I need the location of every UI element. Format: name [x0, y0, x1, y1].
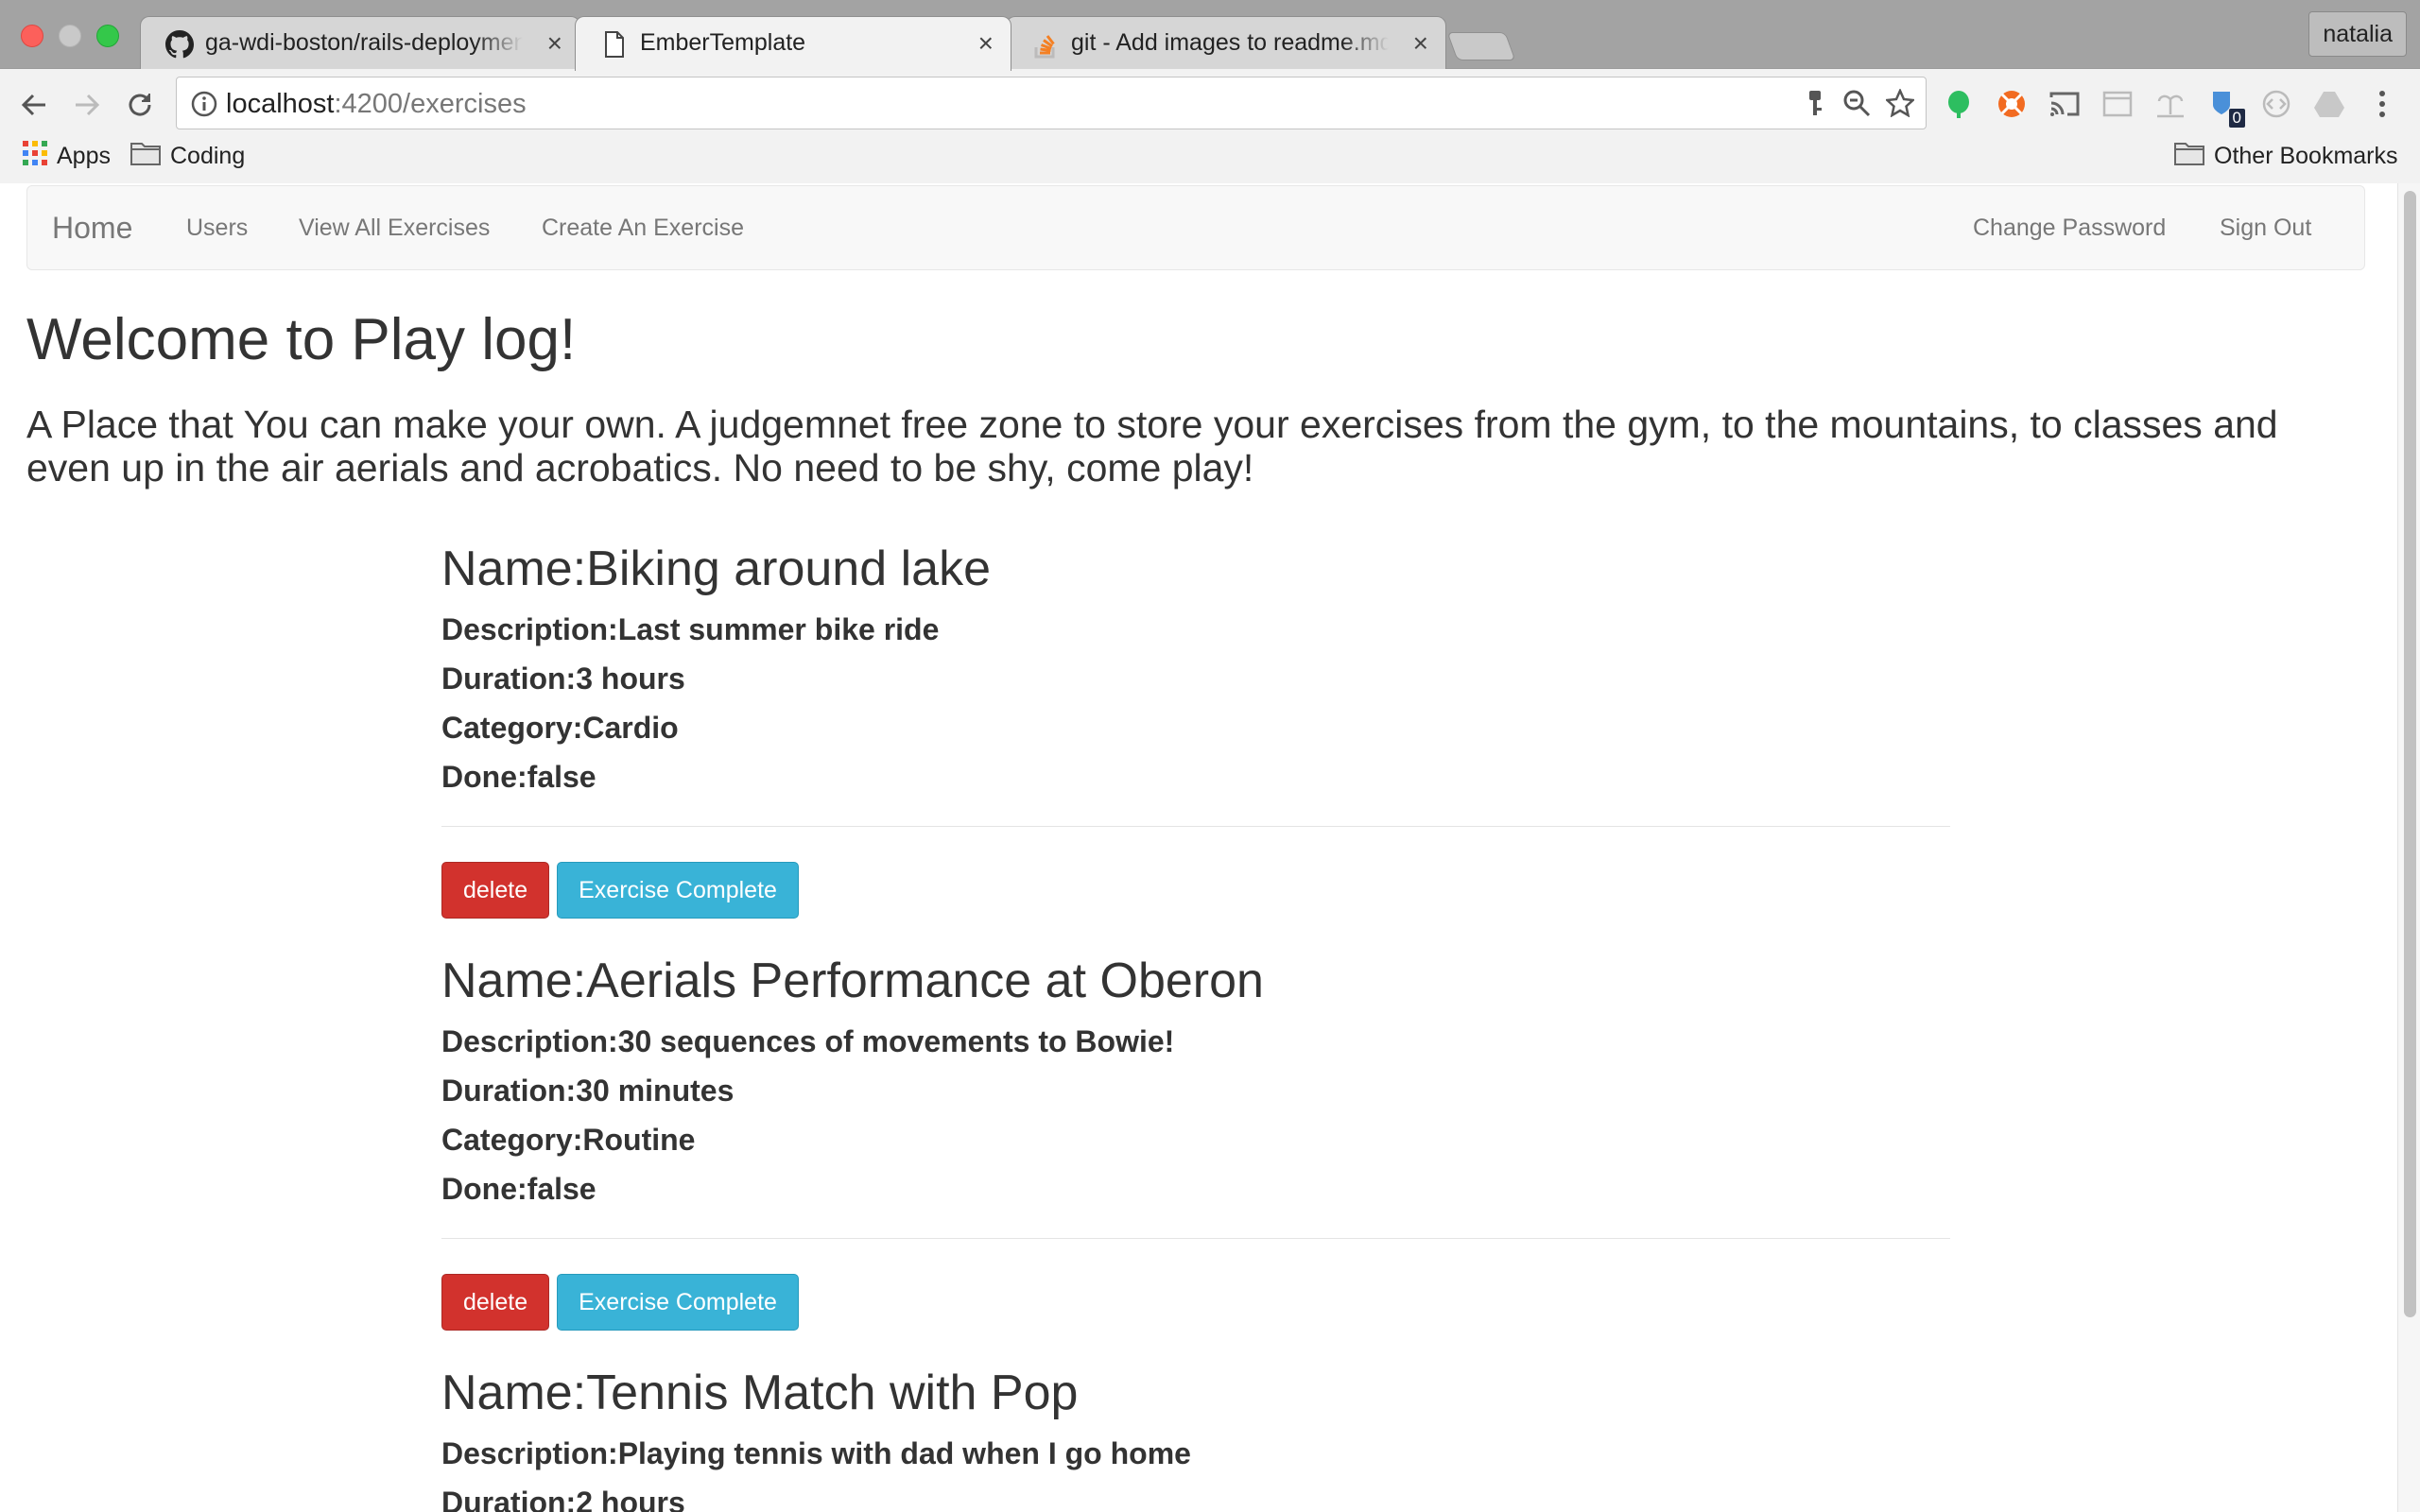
page-viewport: Home Users View All Exercises Create An …	[0, 183, 2397, 1512]
shield-badge-icon[interactable]: 0	[2207, 88, 2245, 128]
delete-button[interactable]: delete	[441, 1274, 550, 1331]
exercise-done: Done:false	[441, 1172, 596, 1206]
zoom-icon[interactable]	[1842, 89, 1871, 124]
close-tab-icon[interactable]: ×	[978, 28, 994, 59]
exercise-actions: delete Exercise Complete	[441, 862, 1950, 919]
window-icon[interactable]	[2101, 88, 2134, 120]
drive-icon[interactable]	[2313, 88, 2345, 120]
tab-title: EmberTemplate	[640, 29, 806, 56]
tab-title: ga-wdi-boston/rails-deployment	[205, 29, 523, 56]
bookmark-other-folder[interactable]: Other Bookmarks	[2174, 141, 2398, 172]
reload-button[interactable]	[121, 86, 159, 124]
folder-icon	[2174, 141, 2204, 172]
minimize-window-button[interactable]	[59, 25, 81, 47]
code-circle-icon[interactable]	[2260, 88, 2292, 120]
close-tab-icon[interactable]: ×	[547, 28, 562, 59]
tab-title: git - Add images to readme.md	[1071, 29, 1389, 56]
new-tab-button[interactable]	[1446, 32, 1516, 60]
divider	[441, 1238, 1950, 1239]
exercise-duration: Duration:3 hours	[441, 662, 685, 696]
bookmark-label: Coding	[170, 143, 246, 169]
scrollbar-thumb[interactable]	[2404, 191, 2416, 1317]
tab-rails-deployment[interactable]: ga-wdi-boston/rails-deployment ×	[140, 16, 580, 70]
exercise-complete-button[interactable]: Exercise Complete	[557, 862, 799, 919]
folder-icon	[130, 141, 161, 172]
bookmark-apps[interactable]: Apps	[23, 141, 111, 172]
back-button[interactable]	[15, 86, 53, 124]
exercise-description: Description:Last summer bike ride	[441, 612, 940, 646]
exercise-name: Name:Biking around lake	[441, 541, 991, 596]
profile-button[interactable]: natalia	[2308, 11, 2407, 57]
info-icon[interactable]	[190, 90, 218, 123]
exercise-name: Name:Tennis Match with Pop	[441, 1366, 1079, 1420]
exercise-complete-button[interactable]: Exercise Complete	[557, 1274, 799, 1331]
evernote-icon[interactable]	[1943, 88, 1975, 120]
bookmark-label: Other Bookmarks	[2214, 143, 2398, 169]
exercise-duration: Duration:2 hours	[441, 1486, 685, 1512]
nav-sign-out-link[interactable]: Sign Out	[2220, 215, 2311, 242]
address-bar-actions	[1803, 87, 1916, 124]
address-bar[interactable]: localhost:4200/exercises	[176, 77, 1927, 129]
page-scrollbar[interactable]	[2397, 183, 2420, 1512]
exercise-card: Name:Biking around lake Description:Last…	[441, 541, 1950, 919]
browser-tab-strip: ga-wdi-boston/rails-deployment × EmberTe…	[0, 0, 2420, 71]
url-host: localhost	[226, 89, 335, 119]
tab-embertemplate[interactable]: EmberTemplate ×	[575, 16, 1011, 71]
exercise-description: Description:Playing tennis with dad when…	[441, 1436, 1191, 1470]
bookmark-star-icon[interactable]	[1884, 87, 1916, 124]
tab-git-readme[interactable]: git - Add images to readme.md ×	[1006, 16, 1446, 70]
extensions-area: 0	[1943, 88, 2398, 128]
intro-text: A Place that You can make your own. A ju…	[26, 403, 2278, 490]
nav-home-link[interactable]: Home	[52, 211, 132, 246]
nav-change-password-link[interactable]: Change Password	[1973, 215, 2166, 242]
url-path: :4200/exercises	[334, 89, 527, 119]
exercise-category: Category:Cardio	[441, 711, 679, 745]
page-icon	[600, 30, 629, 59]
github-icon	[165, 30, 194, 59]
exercise-name: Name:Aerials Performance at Oberon	[441, 954, 1264, 1008]
bookmarks-bar: Apps Coding Other Bookmarks	[0, 137, 2420, 179]
lifebuoy-icon[interactable]	[1996, 88, 2028, 120]
bookmark-label: Apps	[57, 143, 111, 169]
app-navbar: Home Users View All Exercises Create An …	[26, 185, 2365, 270]
forward-button[interactable]	[68, 86, 106, 124]
exercise-duration: Duration:30 minutes	[441, 1074, 735, 1108]
exercise-done: Done:false	[441, 760, 596, 794]
url-text: localhost:4200/exercises	[226, 89, 527, 120]
stackoverflow-icon	[1031, 30, 1060, 59]
island-icon[interactable]	[2154, 88, 2187, 120]
exercise-category: Category:Routine	[441, 1123, 696, 1157]
key-icon[interactable]	[1803, 89, 1827, 124]
divider	[441, 826, 1950, 827]
exercise-card: Name:Tennis Match with Pop Description:P…	[441, 1365, 1950, 1512]
delete-button[interactable]: delete	[441, 862, 550, 919]
menu-kebab-icon[interactable]	[2366, 88, 2398, 120]
bookmark-coding-folder[interactable]: Coding	[130, 141, 245, 172]
page-title: Welcome to Play log!	[26, 307, 577, 372]
cast-icon[interactable]	[2048, 88, 2081, 120]
exercise-card: Name:Aerials Performance at Oberon Descr…	[441, 953, 1950, 1331]
nav-users-link[interactable]: Users	[186, 215, 248, 242]
exercise-description: Description:30 sequences of movements to…	[441, 1024, 1175, 1058]
extension-badge: 0	[2228, 109, 2245, 128]
nav-view-all-exercises-link[interactable]: View All Exercises	[299, 215, 490, 242]
maximize-window-button[interactable]	[96, 25, 119, 47]
close-window-button[interactable]	[21, 25, 43, 47]
apps-grid-icon	[23, 141, 47, 172]
close-tab-icon[interactable]: ×	[1413, 28, 1428, 59]
nav-create-exercise-link[interactable]: Create An Exercise	[542, 215, 744, 242]
exercise-actions: delete Exercise Complete	[441, 1274, 1950, 1331]
